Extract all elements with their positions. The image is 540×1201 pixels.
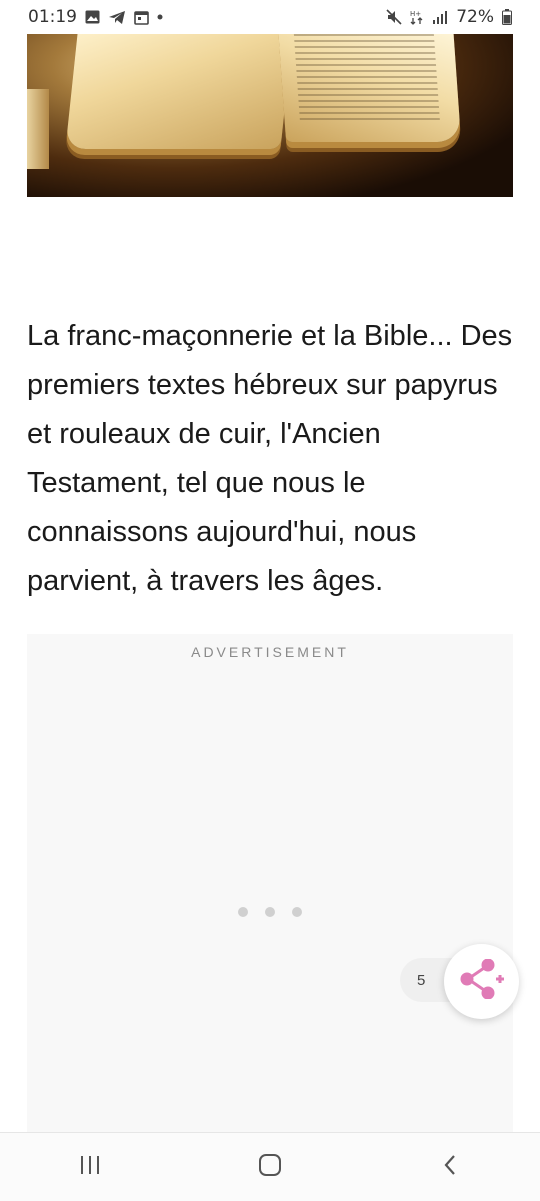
svg-text:H+: H+ bbox=[410, 10, 421, 18]
recent-apps-button[interactable] bbox=[60, 1137, 120, 1197]
loading-dot bbox=[238, 907, 248, 917]
back-button[interactable] bbox=[420, 1137, 480, 1197]
status-right: H+ 72% bbox=[386, 7, 512, 27]
ad-label: ADVERTISEMENT bbox=[191, 644, 349, 660]
telegram-icon bbox=[108, 10, 126, 25]
image-icon bbox=[85, 10, 100, 24]
back-icon bbox=[442, 1153, 458, 1182]
dot-icon bbox=[157, 14, 163, 20]
loading-dot bbox=[292, 907, 302, 917]
battery-icon bbox=[502, 9, 512, 25]
calendar-icon bbox=[134, 10, 149, 25]
article-hero-image bbox=[27, 34, 513, 197]
share-icon bbox=[459, 958, 505, 1004]
status-bar: 01:19 H+ 72% bbox=[0, 0, 540, 34]
home-icon bbox=[257, 1152, 283, 1183]
recent-apps-icon bbox=[78, 1154, 102, 1181]
battery-percent: 72% bbox=[456, 7, 494, 27]
ad-loading-dots bbox=[27, 907, 513, 917]
mute-icon bbox=[386, 9, 402, 25]
home-button[interactable] bbox=[240, 1137, 300, 1197]
loading-dot bbox=[265, 907, 275, 917]
article-paragraph: La franc-maçonnerie et la Bible... Des p… bbox=[27, 320, 513, 597]
data-arrows-icon: H+ bbox=[410, 9, 424, 25]
signal-icon bbox=[432, 10, 448, 24]
status-time: 01:19 bbox=[28, 7, 77, 27]
ad-container[interactable]: ADVERTISEMENT bbox=[27, 634, 513, 1134]
status-left: 01:19 bbox=[28, 7, 163, 27]
system-nav-bar bbox=[0, 1132, 540, 1201]
share-button[interactable] bbox=[444, 944, 519, 1019]
